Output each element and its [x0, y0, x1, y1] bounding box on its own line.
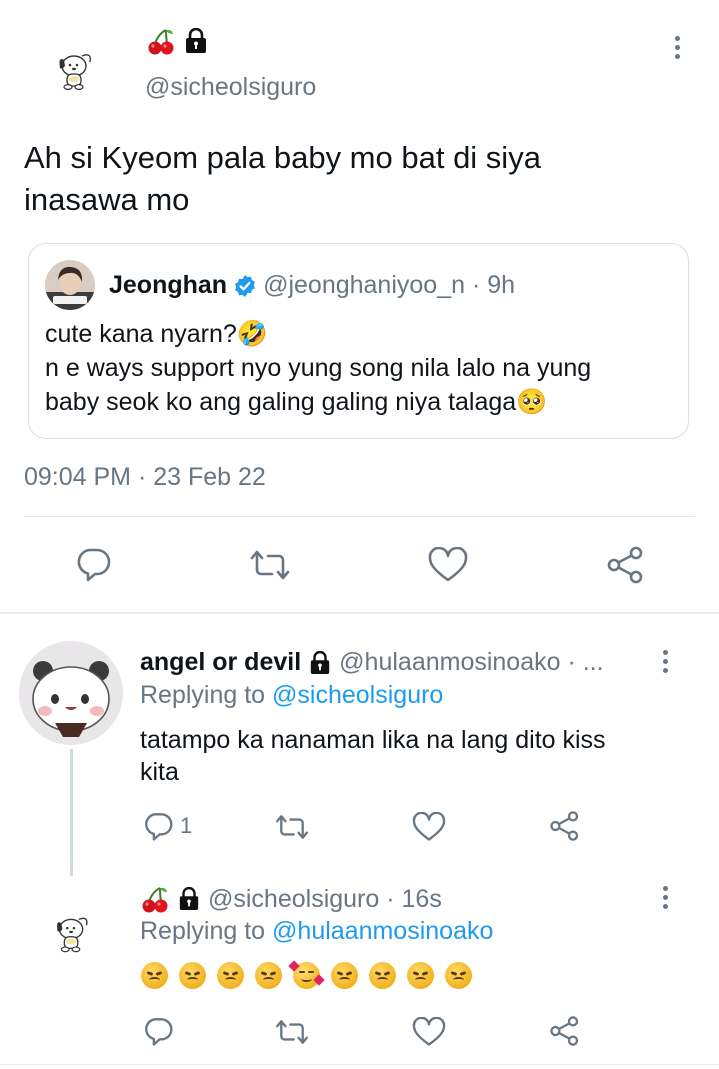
jeonghan-avatar-image: [45, 260, 95, 310]
reply-author-row[interactable]: @sicheolsiguro · 16s: [140, 884, 442, 914]
quoted-tweet-text: cute kana nyarn?🤣 n e ways support nyo y…: [45, 317, 591, 419]
reply-icon: [145, 1018, 173, 1046]
angry-face-emoji: [217, 961, 244, 989]
reply-count: 1: [180, 813, 193, 838]
tweet-text-line: Ah si Kyeom pala baby mo bat di siya: [24, 140, 541, 175]
like-button[interactable]: [412, 1017, 446, 1047]
angry-face-emoji: [369, 961, 396, 989]
replying-to-prefix: Replying to: [140, 917, 273, 945]
reply-button[interactable]: 1: [142, 811, 192, 841]
reply-author-row[interactable]: angel or devil @hulaanmosinoako · ...: [140, 648, 604, 677]
quoted-text-line: n e ways support nyo yung song nila lalo…: [45, 354, 592, 382]
divider: [24, 516, 695, 517]
reply-text-line: tatampo ka nanaman lika na lang dito kis…: [140, 726, 606, 754]
reply-author-avatar[interactable]: [19, 641, 123, 745]
reply-tweet[interactable]: angel or devil @hulaanmosinoako · ... Re…: [0, 614, 719, 876]
replying-to-line: Replying to @sicheolsiguro: [140, 681, 443, 710]
smiling-face-with-hearts-emoji: [288, 959, 325, 989]
cherry-icon: [148, 29, 174, 55]
retweet-icon: [276, 1020, 308, 1044]
reply-author-handle: @sicheolsiguro · 16s: [208, 884, 442, 913]
author-handle[interactable]: @sicheolsiguro: [145, 73, 316, 102]
like-button[interactable]: [428, 547, 468, 583]
cherry-icon: [142, 887, 168, 913]
reply-icon: [145, 813, 173, 841]
share-icon: [550, 1016, 579, 1046]
replying-to-line: Replying to @hulaanmosinoako: [140, 917, 493, 946]
more-icon[interactable]: [662, 886, 668, 909]
share-icon: [550, 811, 579, 841]
tweet-text: Ah si Kyeom pala baby mo bat di siya ina…: [24, 137, 541, 221]
like-button[interactable]: [412, 812, 446, 842]
quoted-author-handle-time: @jeonghaniyoo_n · 9h: [263, 271, 516, 299]
main-tweet: @sicheolsiguro Ah si Kyeom pala baby mo …: [0, 0, 719, 612]
share-button[interactable]: [606, 546, 646, 584]
replying-to-mention[interactable]: @sicheolsiguro: [272, 681, 443, 709]
reply-author-name: angel or devil: [140, 648, 302, 676]
reply-text-line: kita: [140, 758, 179, 786]
retweet-icon: [250, 550, 290, 580]
reply-author-avatar[interactable]: [44, 902, 102, 960]
replying-to-mention[interactable]: @hulaanmosinoako: [272, 917, 493, 945]
retweet-icon: [276, 815, 308, 839]
share-button[interactable]: [549, 810, 581, 842]
thread-line: [70, 749, 73, 876]
pochacco-avatar-image: [44, 902, 102, 960]
retweet-button[interactable]: [273, 813, 311, 841]
share-icon: [607, 546, 643, 584]
quoted-text-line: cute kana nyarn?🤣: [45, 320, 268, 348]
more-icon[interactable]: [662, 650, 668, 673]
reply-button[interactable]: [74, 546, 112, 582]
retweet-button[interactable]: [273, 1018, 311, 1046]
angry-face-emoji: [407, 961, 434, 989]
pochacco-avatar-image: [46, 38, 106, 98]
quoted-author-row[interactable]: Jeonghan @jeonghaniyoo_n · 9h: [109, 271, 515, 300]
reply-icon: [77, 548, 111, 582]
reply-text: tatampo ka nanaman lika na lang dito kis…: [140, 724, 606, 788]
replying-to-prefix: Replying to: [140, 681, 273, 709]
like-icon: [428, 547, 468, 582]
quoted-author-name: Jeonghan: [109, 271, 228, 299]
panda-avatar-image: [19, 641, 123, 745]
quoted-author-avatar[interactable]: [45, 260, 95, 310]
reply-emoji-row: [141, 959, 474, 990]
verified-badge-icon: [235, 274, 255, 297]
quoted-text-line: baby seok ko ang galing galing niya tala…: [45, 388, 548, 416]
tweet-text-line: inasawa mo: [24, 182, 190, 217]
angry-face-emoji: [331, 961, 358, 989]
like-icon: [412, 812, 446, 841]
lock-icon: [179, 887, 199, 910]
lock-icon: [311, 650, 330, 674]
reply-button[interactable]: [142, 1016, 174, 1046]
angry-face-emoji: [255, 961, 282, 989]
angry-face-emoji: [141, 961, 168, 989]
quoted-tweet-card[interactable]: Jeonghan @jeonghaniyoo_n · 9h cute kana …: [28, 243, 689, 439]
reply-tweet[interactable]: @sicheolsiguro · 16s Replying to @hulaan…: [0, 864, 719, 1069]
author-avatar[interactable]: [46, 38, 106, 98]
angry-face-emoji: [445, 961, 472, 989]
bottom-divider: [0, 1064, 719, 1065]
lock-icon: [186, 28, 206, 53]
more-icon[interactable]: [674, 36, 680, 59]
like-icon: [412, 1017, 446, 1046]
angry-face-emoji: [179, 961, 206, 989]
share-button[interactable]: [549, 1015, 581, 1047]
retweet-button[interactable]: [248, 548, 292, 582]
author-name-row[interactable]: [146, 26, 208, 56]
reply-author-handle: @hulaanmosinoako · ...: [339, 648, 604, 676]
tweet-timestamp: 09:04 PM · 23 Feb 22: [24, 463, 266, 491]
